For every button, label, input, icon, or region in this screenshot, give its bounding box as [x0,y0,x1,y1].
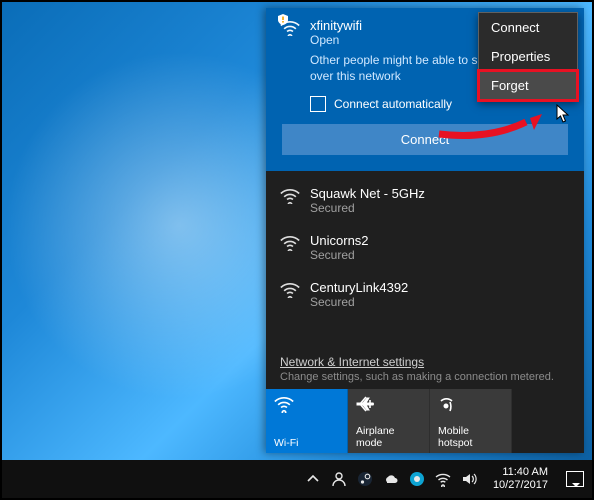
tray-chevron-up-icon[interactable] [305,471,321,487]
tray-app-icon[interactable] [409,471,425,487]
network-item-name: Squawk Net - 5GHz [310,186,425,201]
taskbar-date: 10/27/2017 [493,479,548,492]
network-settings-sub: Change settings, such as making a connec… [266,371,584,389]
tile-wifi[interactable]: Wi-Fi [266,389,348,453]
tile-wifi-label: Wi-Fi [274,437,339,449]
tray-volume-icon[interactable] [461,471,477,487]
network-item[interactable]: CenturyLink4392 Secured [280,271,570,318]
network-item-status: Secured [310,295,408,309]
available-networks-list: Squawk Net - 5GHz Secured Unicorns2 Secu… [266,171,584,355]
network-flyout: xfinitywifi Open Other people might be a… [266,8,584,453]
network-item[interactable]: Squawk Net - 5GHz Secured [280,177,570,224]
context-menu-properties[interactable]: Properties [479,42,577,71]
tray-onedrive-icon[interactable] [383,471,399,487]
wifi-icon [274,395,339,417]
tile-hotspot-label: Mobile hotspot [438,425,503,449]
tile-hotspot[interactable]: Mobile hotspot [430,389,512,453]
context-menu-forget-label: Forget [491,78,529,93]
system-tray: 11:40 AM 10/27/2017 [305,466,584,491]
network-status: Open [310,33,362,47]
wifi-open-icon [280,20,300,36]
hotspot-icon [438,395,503,417]
context-menu-connect[interactable]: Connect [479,13,577,42]
network-item-name: CenturyLink4392 [310,280,408,295]
connect-button[interactable]: Connect [282,124,568,155]
taskbar-clock[interactable]: 11:40 AM 10/27/2017 [493,466,548,491]
network-settings-link-row: Network & Internet settings [266,355,584,371]
tile-airplane-label: Airplane mode [356,425,421,449]
tray-steam-icon[interactable] [357,471,373,487]
tray-wifi-icon[interactable] [435,471,451,487]
network-name: xfinitywifi [310,18,362,33]
wifi-secured-icon [280,188,300,215]
wifi-secured-icon [280,282,300,309]
connect-automatically-label: Connect automatically [334,97,452,111]
selected-network-panel[interactable]: xfinitywifi Open Other people might be a… [266,8,584,171]
tray-people-icon[interactable] [331,471,347,487]
taskbar: 11:40 AM 10/27/2017 [2,460,592,498]
network-item-name: Unicorns2 [310,233,369,248]
wifi-secured-icon [280,235,300,262]
network-item-status: Secured [310,248,369,262]
action-center-icon[interactable] [566,471,584,487]
network-context-menu: Connect Properties Forget [478,12,578,101]
connect-automatically-checkbox[interactable] [310,96,326,112]
network-item-status: Secured [310,201,425,215]
network-item[interactable]: Unicorns2 Secured [280,224,570,271]
airplane-icon [356,395,421,417]
network-settings-link[interactable]: Network & Internet settings [280,355,424,369]
mouse-cursor-icon [556,104,570,124]
tile-airplane[interactable]: Airplane mode [348,389,430,453]
taskbar-time: 11:40 AM [493,466,548,479]
context-menu-forget[interactable]: Forget [479,71,577,100]
quick-action-tiles: Wi-Fi Airplane mode Mobile hotspot [266,389,584,453]
